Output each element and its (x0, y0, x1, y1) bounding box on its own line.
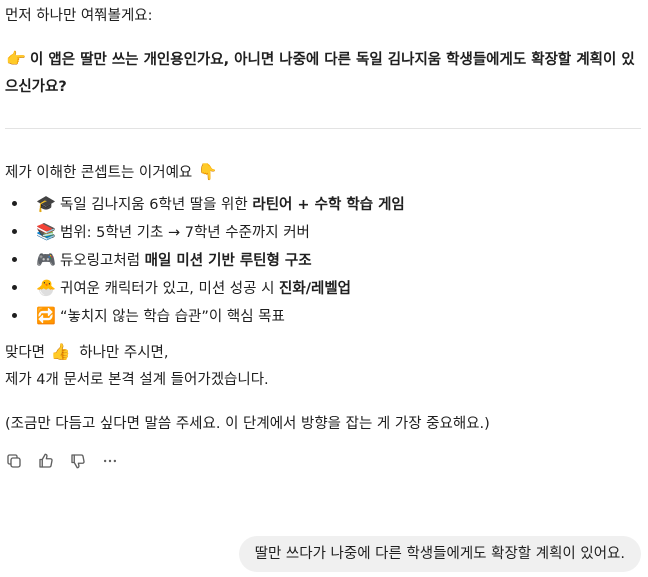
closing-line: 맞다면 👍 하나만 주시면, (5, 342, 169, 363)
bullet-dot (12, 257, 17, 262)
question-text: 이 앱은 딸만 쓰는 개인용인가요, 아니면 나중에 다른 독일 김나지움 학생… (30, 52, 635, 68)
pointing-right-icon: 👉 (6, 49, 26, 68)
thumbs-down-icon[interactable] (69, 452, 89, 472)
thumbs-up-icon[interactable] (37, 452, 57, 472)
list-item-text: 범위: 5학년 기초 → 7학년 수준까지 커버 (60, 225, 310, 241)
graduation-cap-icon: 🎓 (36, 194, 56, 213)
closing-note: (조금만 다듬고 싶다면 말씀 주세요. 이 단계에서 방향을 잡는 게 가장 … (5, 416, 490, 432)
hatching-chick-icon: 🐣 (36, 278, 56, 297)
pointing-down-icon: 👇 (197, 162, 218, 181)
bullet-dot (12, 229, 17, 234)
list-item-bold: 매일 미션 기반 루틴형 구조 (144, 253, 312, 269)
more-icon[interactable] (101, 452, 121, 472)
divider (5, 128, 641, 129)
closing-text-b: 하나만 주시면, (79, 345, 169, 361)
list-item-text: 독일 김나지움 6학년 딸을 위한 (60, 197, 253, 213)
user-message-bubble: 딸만 쓰다가 나중에 다른 학생들에게도 확장할 계획이 있어요. (238, 536, 641, 572)
concept-intro: 제가 이해한 콘셉트는 이거예요 👇 (5, 162, 222, 183)
repeat-icon: 🔁 (36, 306, 56, 325)
copy-icon[interactable] (5, 452, 25, 472)
closing-line-2: 제가 4개 문서로 본격 설계 들어가겠습니다. (5, 372, 269, 388)
chat-thread: 먼저 하나만 여쭤볼게요: 👉 이 앱은 딸만 쓰는 개인용인가요, 아니면 나중… (0, 0, 648, 577)
list-item-text: 귀여운 캐릭터가 있고, 미션 성공 시 (60, 281, 280, 297)
list-item-bold: 진화/레벨업 (279, 281, 352, 297)
list-item-text: 듀오링고처럼 (60, 253, 145, 269)
bullet-dot (12, 285, 17, 290)
question-line-2: 으신가요? (5, 79, 67, 95)
question-line: 👉 이 앱은 딸만 쓰는 개인용인가요, 아니면 나중에 다른 독일 김나지움 학… (5, 49, 635, 70)
list-item-bold: 라틴어 + 수학 학습 게임 (252, 197, 405, 213)
list-item-text: “놓치지 않는 학습 습관”이 핵심 목표 (60, 309, 285, 325)
question-intro: 먼저 하나만 여쭤볼게요: (5, 8, 153, 24)
concept-intro-text: 제가 이해한 콘셉트는 이거예요 (5, 165, 193, 181)
closing-text-a: 맞다면 (5, 345, 46, 361)
books-icon: 📚 (36, 222, 56, 241)
thumbs-up-emoji-icon: 👍 (50, 342, 71, 361)
game-controller-icon: 🎮 (36, 250, 56, 269)
bullet-dot (12, 313, 17, 318)
bullet-dot (12, 201, 17, 206)
